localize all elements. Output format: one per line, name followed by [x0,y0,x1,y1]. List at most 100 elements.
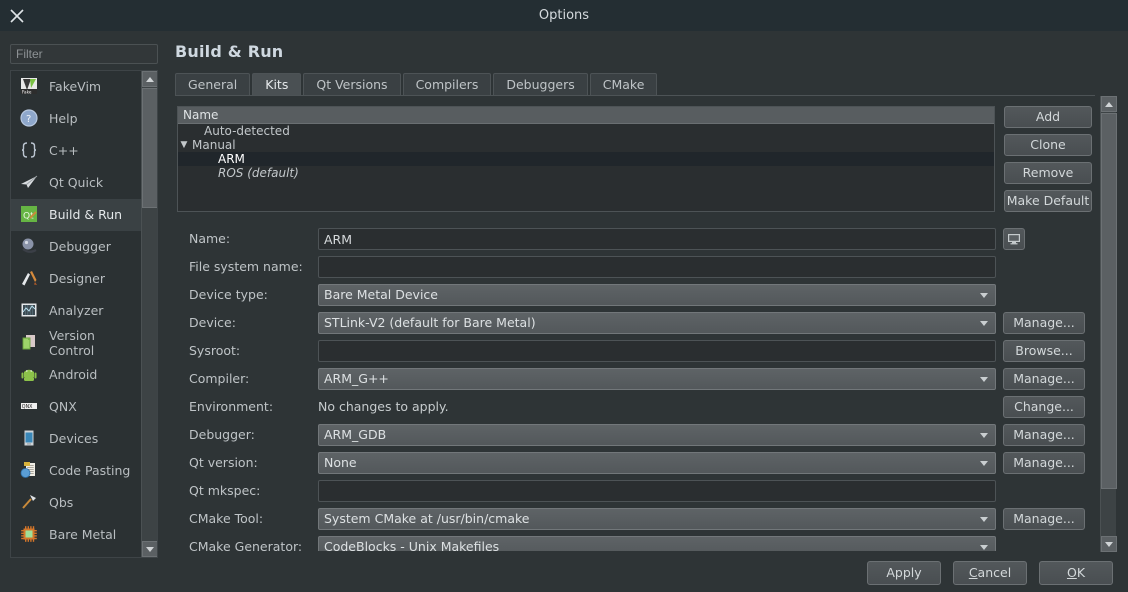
page-title: Build & Run [175,42,284,61]
form-value-cell [318,340,996,362]
sidebar-item-qbs[interactable]: Qbs [11,487,142,519]
compiler-manage-button[interactable]: Manage... [1003,368,1085,390]
kit-list[interactable]: Name Auto-detected ▼ Manual ARM ROS (default… [177,106,995,212]
sidebar-item-c[interactable]: C++ [11,135,142,167]
qtquick-icon [19,172,41,194]
chevron-down-icon [980,377,988,382]
scroll-up-button[interactable] [1101,96,1117,112]
close-icon[interactable] [7,6,27,26]
sysroot-browse-button[interactable]: Browse... [1003,340,1085,362]
tab-cmake[interactable]: CMake [589,73,658,96]
sidebar-item-help[interactable]: ? Help [11,103,142,135]
cmake-tool-dropdown[interactable]: System CMake at /usr/bin/cmake [318,508,996,530]
form-label: CMake Tool: [189,511,264,526]
kit-list-item[interactable]: ▼ Manual [178,138,994,152]
sidebar-item-label: Debugger [49,239,111,254]
form-value-cell: ARM_G++ [318,368,996,390]
sidebar-item-fakevim[interactable]: Fake FakeVim [11,71,142,103]
name-input[interactable] [318,228,996,250]
device-type-dropdown[interactable]: Bare Metal Device [318,284,996,306]
apply-button[interactable]: Apply [867,561,941,585]
sidebar-item-version-control[interactable]: Version Control [11,327,142,359]
scrollbar-thumb[interactable] [1101,113,1117,489]
kit-list-item-label: ARM [218,152,245,166]
clone-button[interactable]: Clone [1004,134,1092,156]
kit-list-item[interactable]: Auto-detected [178,124,994,138]
form-label: Environment: [189,399,274,414]
debugger-dropdown[interactable]: ARM_GDB [318,424,996,446]
device-dropdown[interactable]: STLink-V2 (default for Bare Metal) [318,312,996,334]
main-scrollbar[interactable] [1100,96,1117,552]
qt-version-dropdown[interactable]: None [318,452,996,474]
sidebar-item-designer[interactable]: Designer [11,263,142,295]
cmake-tool-manage-button[interactable]: Manage... [1003,508,1085,530]
svg-text:Fake: Fake [22,89,32,94]
sidebar-item-devices[interactable]: Devices [11,423,142,455]
sidebar-item-qnx[interactable]: QNX QNX [11,391,142,423]
qnx-icon: QNX [19,396,41,418]
android-icon [19,364,41,386]
sidebar-item-android[interactable]: Android [11,359,142,391]
cpp-icon [19,140,41,162]
file-system-name-input[interactable] [318,256,996,278]
tab-general[interactable]: General [175,73,251,96]
sidebar-list: Fake FakeVim? Help C++ Qt Quick Qt Build & Run… [11,71,142,551]
form-label: Qt mkspec: [189,483,261,498]
kit-list-rows: Auto-detected ▼ Manual ARM ROS (default) [178,124,994,180]
qt-version-manage-button[interactable]: Manage... [1003,452,1085,474]
monitor-icon-button[interactable] [1003,228,1025,250]
scroll-down-button[interactable] [1101,536,1117,552]
sidebar-item-bare-metal[interactable]: Bare Metal [11,519,142,551]
environment-change-button[interactable]: Change... [1003,396,1085,418]
form-label: Qt version: [189,455,258,470]
form-row: File system name: [175,256,1095,278]
search-input[interactable] [10,44,158,64]
form-value-cell: Bare Metal Device [318,284,996,306]
tab-debuggers[interactable]: Debuggers [493,73,588,96]
sidebar-item-build-run[interactable]: Qt Build & Run [11,199,142,231]
cancel-button[interactable]: Cancel [953,561,1027,585]
qt-mkspec-input[interactable] [318,480,996,502]
form-label: Name: [189,231,231,246]
tab-underline [175,95,1095,96]
sidebar-item-analyzer[interactable]: Analyzer [11,295,142,327]
tab-compilers[interactable]: Compilers [402,73,492,96]
title-bar: Options [0,0,1128,31]
make-default-button[interactable]: Make Default [1004,190,1092,212]
tab-qt-versions[interactable]: Qt Versions [303,73,401,96]
sidebar-item-label: Code Pasting [49,463,131,478]
device-manage-button[interactable]: Manage... [1003,312,1085,334]
svg-text:QNX: QNX [22,403,33,409]
ok-button[interactable]: OK [1039,561,1113,585]
version-control-icon [19,332,41,354]
add-button[interactable]: Add [1004,106,1092,128]
dropdown-value: Bare Metal Device [324,287,438,302]
analyzer-icon [19,300,41,322]
chevron-down-icon[interactable]: ▼ [178,138,190,152]
build-run-icon: Qt [19,204,41,226]
compiler-dropdown[interactable]: ARM_G++ [318,368,996,390]
kit-list-item[interactable]: ROS (default) [178,166,994,180]
form-label: File system name: [189,259,303,274]
form-row: Device type: Bare Metal Device [175,284,1095,306]
sysroot-input[interactable] [318,340,996,362]
window-title: Options [538,8,590,23]
sidebar-item-debugger[interactable]: Debugger [11,231,142,263]
scrollbar-thumb[interactable] [142,88,157,208]
form-value-cell: System CMake at /usr/bin/cmake [318,508,996,530]
debugger-manage-button[interactable]: Manage... [1003,424,1085,446]
sidebar-scrollbar[interactable] [141,71,157,557]
scroll-up-button[interactable] [142,71,157,87]
tab-kits[interactable]: Kits [252,73,302,96]
remove-button[interactable]: Remove [1004,162,1092,184]
mnemonic: O [1066,565,1077,580]
kit-list-item-label: ROS (default) [218,166,299,180]
sidebar-item-qt-quick[interactable]: Qt Quick [11,167,142,199]
kit-list-column-header: Name [178,107,994,124]
tab-bar: General Kits Qt Versions Compilers Debuggers… [175,73,659,96]
mnemonic: C [968,565,978,580]
form-label: Device type: [189,287,268,302]
scroll-down-button[interactable] [142,541,157,557]
kit-list-item[interactable]: ARM [178,152,994,166]
sidebar-item-code-pasting[interactable]: Code Pasting [11,455,142,487]
